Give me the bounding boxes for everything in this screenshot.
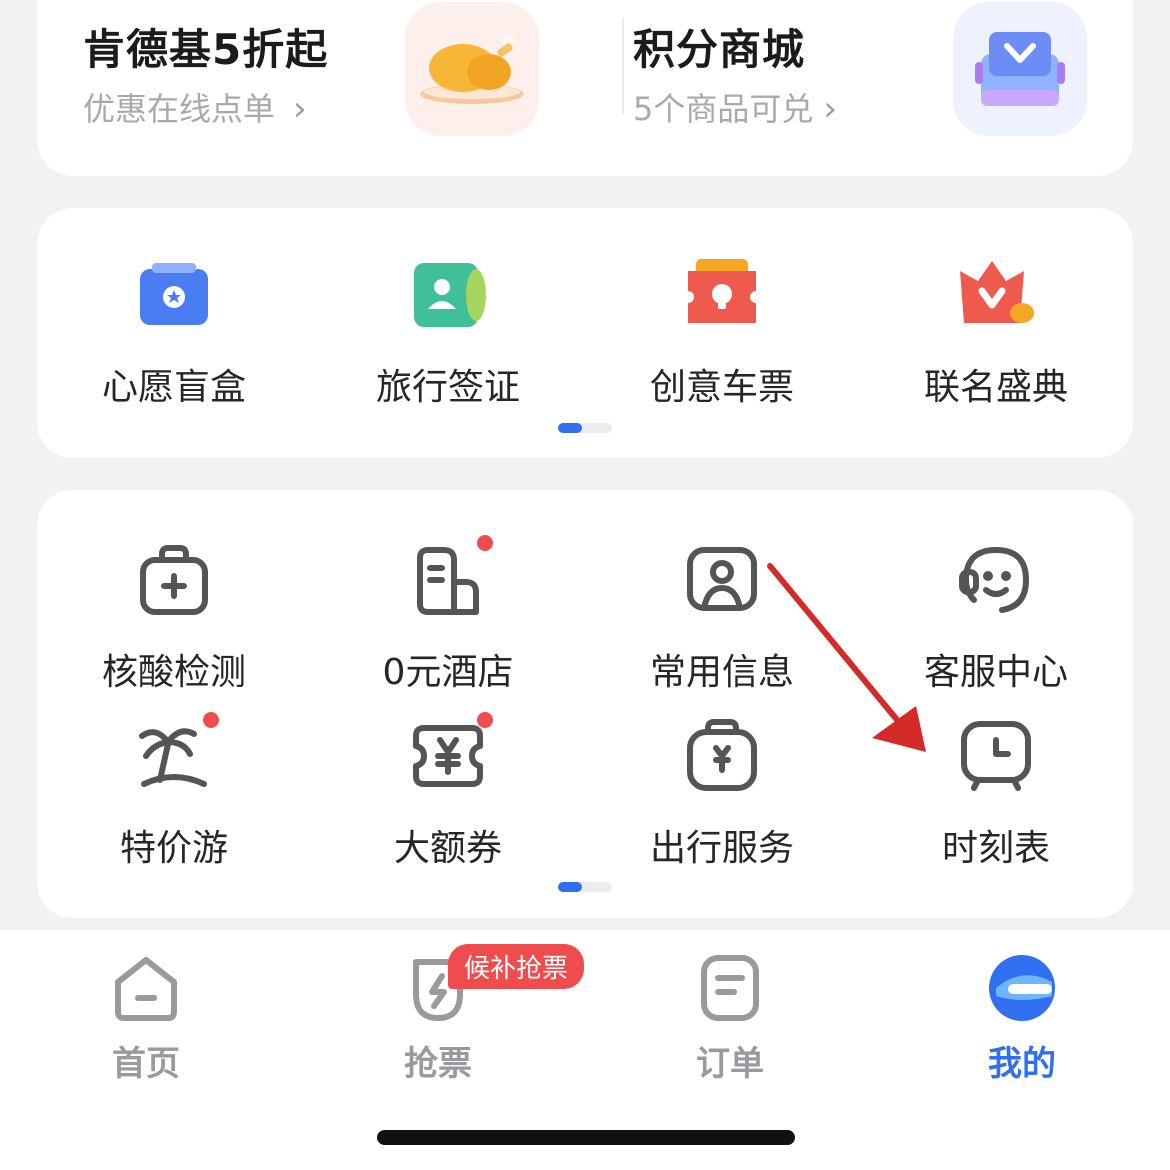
blind-box-icon xyxy=(140,263,208,325)
chevron-right-icon: › xyxy=(823,89,837,129)
notification-dot xyxy=(477,535,493,551)
featured-card: 心愿盲盒 旅行签证 创意车票 联名盛典 xyxy=(37,208,1133,458)
tool-item-label: 0元酒店 xyxy=(382,652,514,693)
clock-icon xyxy=(961,721,1031,791)
tab-home[interactable]: 首页 xyxy=(46,952,246,1085)
tool-item-customer-service[interactable]: 客服中心 xyxy=(859,535,1133,695)
tool-item-special-tour[interactable]: 特价游 xyxy=(37,711,311,871)
profile-logo-icon xyxy=(989,955,1055,1021)
tool-item-travel-service[interactable]: 出行服务 xyxy=(585,711,859,871)
hotel-card-icon xyxy=(417,547,479,615)
customer-service-icon xyxy=(959,547,1029,613)
gift-box-icon[interactable] xyxy=(953,2,1087,136)
tools-card: 核酸检测 0元酒店 常用信息 客服中心 特价游 大额券 出行服务 时刻表 xyxy=(37,490,1133,918)
featured-item-label: 心愿盲盒 xyxy=(101,367,246,408)
notification-dot xyxy=(203,712,219,728)
tab-label: 我的 xyxy=(988,1044,1056,1084)
featured-item-label: 创意车票 xyxy=(649,367,794,408)
tab-mine[interactable]: 我的 xyxy=(922,952,1122,1085)
ticket-icon xyxy=(688,259,756,323)
kfc-promo-subtitle-text: 优惠在线点单 xyxy=(83,90,276,128)
travel-bag-icon xyxy=(687,719,757,791)
palm-island-icon xyxy=(139,728,207,787)
crown-heart-icon xyxy=(960,261,1034,323)
tool-item-label: 大额券 xyxy=(393,828,502,869)
featured-item-blind-box[interactable]: 心愿盲盒 xyxy=(37,250,311,410)
tab-label: 抢票 xyxy=(404,1044,472,1084)
featured-item-label: 旅行签证 xyxy=(375,367,520,408)
tab-label: 订单 xyxy=(696,1044,764,1084)
roast-chicken-icon[interactable] xyxy=(405,2,539,136)
tool-item-nucleic-test[interactable]: 核酸检测 xyxy=(37,535,311,695)
featured-item-label: 联名盛典 xyxy=(923,367,1068,408)
home-icon xyxy=(115,957,177,1021)
tool-item-timetable[interactable]: 时刻表 xyxy=(859,711,1133,871)
points-mall-subtitle-text: 5个商品可兑 xyxy=(633,90,814,128)
points-mall-title[interactable]: 积分商城 xyxy=(633,16,805,77)
tool-item-label: 出行服务 xyxy=(649,828,794,869)
promo-card: 肯德基5折起 优惠在线点单 › 积分商城 5个商品可兑 › xyxy=(37,0,1133,176)
medical-bag-icon xyxy=(140,545,208,615)
tab-orders[interactable]: 订单 xyxy=(630,952,830,1085)
tool-item-label: 特价游 xyxy=(119,828,228,869)
featured-item-creative-ticket[interactable]: 创意车票 xyxy=(585,250,859,410)
contact-card-icon xyxy=(687,547,757,611)
page-indicator-active xyxy=(558,423,582,433)
tool-item-label: 核酸检测 xyxy=(101,652,246,693)
page-indicator-active xyxy=(558,882,582,892)
featured-page-indicator xyxy=(558,423,612,433)
kfc-promo-title[interactable]: 肯德基5折起 xyxy=(83,16,328,77)
home-indicator xyxy=(377,1130,795,1145)
order-icon xyxy=(701,955,759,1021)
featured-item-co-brand[interactable]: 联名盛典 xyxy=(859,250,1133,410)
tab-label: 首页 xyxy=(112,1044,180,1084)
tool-item-frequent-info[interactable]: 常用信息 xyxy=(585,535,859,695)
waitlist-badge: 候补抢票 xyxy=(448,944,585,989)
tool-item-label: 时刻表 xyxy=(941,828,1050,869)
tool-item-big-coupon[interactable]: 大额券 xyxy=(311,711,585,871)
tool-item-label: 常用信息 xyxy=(649,652,794,693)
featured-item-travel-visa[interactable]: 旅行签证 xyxy=(311,250,585,410)
tool-item-label: 客服中心 xyxy=(923,652,1068,693)
kfc-promo-subtitle[interactable]: 优惠在线点单 › xyxy=(83,84,307,130)
tool-item-free-hotel[interactable]: 0元酒店 xyxy=(311,535,585,695)
yuan-coupon-icon xyxy=(413,725,483,787)
notification-dot xyxy=(477,712,493,728)
chevron-right-icon: › xyxy=(293,89,307,129)
visa-card-icon xyxy=(414,263,486,327)
points-mall-subtitle[interactable]: 5个商品可兑 › xyxy=(633,84,837,130)
promo-divider xyxy=(622,18,624,114)
tools-page-indicator xyxy=(558,882,612,892)
